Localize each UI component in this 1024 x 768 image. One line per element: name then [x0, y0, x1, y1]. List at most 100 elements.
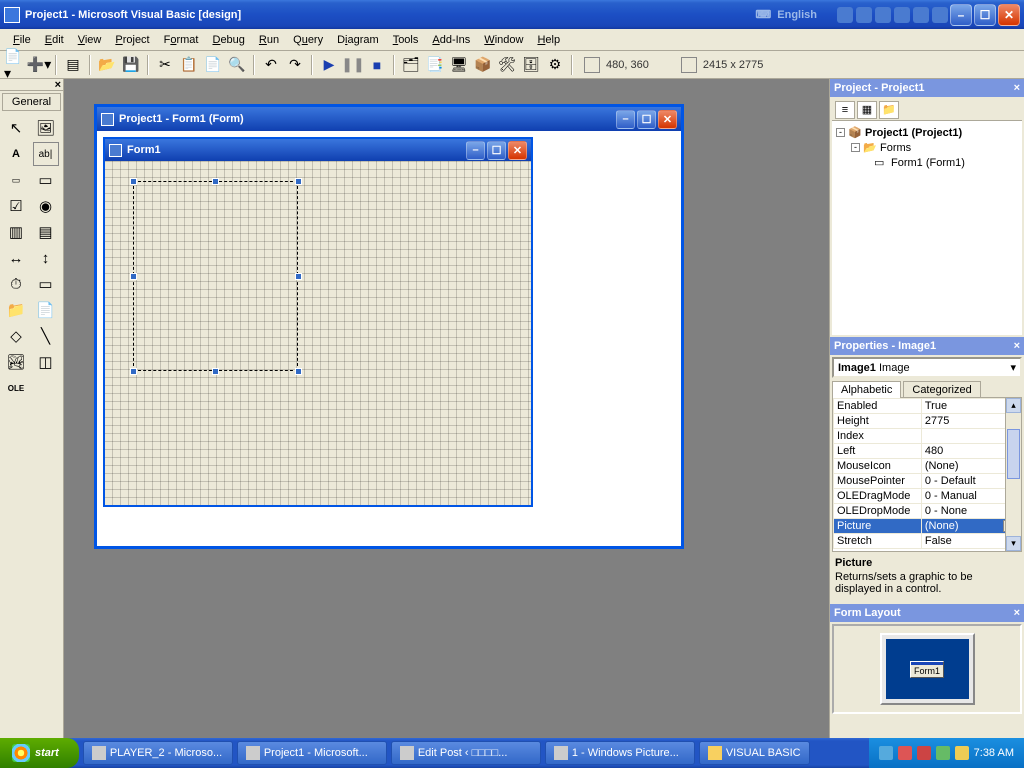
form1-minimize-button[interactable]: – [466, 141, 485, 160]
form1-close-button[interactable]: ✕ [508, 141, 527, 160]
tab-categorized[interactable]: Categorized [903, 381, 980, 398]
maximize-button[interactable]: ☐ [974, 4, 996, 26]
formlayout-body[interactable]: Form1 [832, 624, 1022, 714]
object-browser-button[interactable]: 📦 [472, 54, 494, 76]
properties-panel-title[interactable]: Properties - Image1 × [830, 337, 1024, 355]
mini-form-preview[interactable]: Form1 [910, 661, 944, 678]
stop-button[interactable]: ■ [366, 54, 388, 76]
property-row[interactable]: StretchFalse [834, 534, 1021, 549]
properties-button[interactable]: 📑 [424, 54, 446, 76]
menu-file[interactable]: File [6, 32, 38, 48]
property-row[interactable]: MousePointer0 - Default [834, 474, 1021, 489]
property-row[interactable]: Height2775 [834, 414, 1021, 429]
dropdown-icon[interactable]: ▾ [1010, 361, 1016, 374]
tray-icon[interactable] [898, 746, 912, 760]
expand-icon[interactable]: - [836, 128, 845, 137]
menu-debug[interactable]: Debug [205, 32, 251, 48]
drivelistbox-tool[interactable]: ▭ [33, 272, 59, 296]
ole-tool[interactable]: OLE [3, 376, 29, 400]
property-row[interactable]: Picture(None)... [834, 519, 1021, 534]
properties-grid[interactable]: EnabledTrueHeight2775IndexLeft480MouseIc… [832, 397, 1022, 552]
close-button[interactable]: ✕ [998, 4, 1020, 26]
designer-minimize-button[interactable]: – [616, 110, 635, 129]
project-close-button[interactable]: × [1014, 82, 1020, 94]
menu-project[interactable]: Project [108, 32, 156, 48]
property-row[interactable]: MouseIcon(None) [834, 459, 1021, 474]
tree-root[interactable]: - 📦 Project1 (Project1) [836, 125, 1018, 140]
taskbar-item[interactable]: Edit Post ‹ □□□□... [391, 741, 541, 765]
toolbox-button[interactable]: 🛠 [496, 54, 518, 76]
form1-window[interactable]: Form1 – ☐ ✕ [103, 137, 533, 507]
menu-editor-button[interactable]: ▤ [62, 54, 84, 76]
tab-alphabetic[interactable]: Alphabetic [832, 381, 901, 398]
resize-handle-ne[interactable] [295, 178, 302, 185]
menu-view[interactable]: View [71, 32, 109, 48]
scroll-up-icon[interactable]: ▴ [1006, 398, 1021, 413]
tray-icon[interactable] [955, 746, 969, 760]
property-row[interactable]: Index [834, 429, 1021, 444]
view-object-button[interactable]: ▦ [857, 101, 877, 119]
hscrollbar-tool[interactable]: ↔ [3, 246, 29, 270]
menu-edit[interactable]: Edit [38, 32, 71, 48]
resize-handle-w[interactable] [130, 273, 137, 280]
menu-window[interactable]: Window [477, 32, 530, 48]
data-tool[interactable]: ◫ [33, 350, 59, 374]
textbox-tool[interactable]: ab| [33, 142, 59, 166]
cut-button[interactable]: ✂ [154, 54, 176, 76]
form-designer-window[interactable]: Project1 - Form1 (Form) – ☐ ✕ Form1 – ☐ … [94, 104, 684, 549]
property-row[interactable]: Left480 [834, 444, 1021, 459]
pause-button[interactable]: ❚❚ [342, 54, 364, 76]
property-row[interactable]: OLEDragMode0 - Manual [834, 489, 1021, 504]
project-explorer-button[interactable]: 🗂 [400, 54, 422, 76]
line-tool[interactable]: ╲ [33, 324, 59, 348]
taskbar-item[interactable]: 1 - Windows Picture... [545, 741, 695, 765]
new-project-button[interactable]: 📄▾ [4, 54, 26, 76]
commandbutton-tool[interactable]: ▭ [33, 168, 59, 192]
project-tree[interactable]: - 📦 Project1 (Project1) - 📂 Forms ▭ Form… [832, 121, 1022, 174]
project-panel-title[interactable]: Project - Project1 × [830, 79, 1024, 97]
undo-button[interactable]: ↶ [260, 54, 282, 76]
taskbar-item[interactable]: VISUAL BASIC [699, 741, 810, 765]
tray-icon[interactable] [917, 746, 931, 760]
resize-handle-s[interactable] [212, 368, 219, 375]
designer-titlebar[interactable]: Project1 - Form1 (Form) – ☐ ✕ [97, 107, 681, 131]
menu-run[interactable]: Run [252, 32, 286, 48]
tray-icon[interactable] [936, 746, 950, 760]
minimize-button[interactable]: – [950, 4, 972, 26]
scroll-thumb[interactable] [1007, 429, 1020, 479]
properties-close-button[interactable]: × [1014, 340, 1020, 352]
menu-query[interactable]: Query [286, 32, 330, 48]
property-row[interactable]: OLEDropMode0 - None [834, 504, 1021, 519]
resize-handle-e[interactable] [295, 273, 302, 280]
taskbar-item[interactable]: Project1 - Microsoft... [237, 741, 387, 765]
system-tray[interactable]: 7:38 AM [869, 738, 1024, 768]
checkbox-tool[interactable]: ☑ [3, 194, 29, 218]
resize-handle-nw[interactable] [130, 178, 137, 185]
menu-format[interactable]: Format [157, 32, 206, 48]
property-row[interactable]: EnabledTrue [834, 399, 1021, 414]
taskbar-item[interactable]: PLAYER_2 - Microso... [83, 741, 233, 765]
tray-icon[interactable] [879, 746, 893, 760]
start-button[interactable]: start [0, 738, 79, 768]
clock[interactable]: 7:38 AM [974, 747, 1014, 759]
find-button[interactable]: 🔍 [226, 54, 248, 76]
toggle-folders-button[interactable]: 📁 [879, 101, 899, 119]
copy-button[interactable]: 📋 [178, 54, 200, 76]
add-form-button[interactable]: ➕▾ [28, 54, 50, 76]
formlayout-panel-title[interactable]: Form Layout × [830, 604, 1024, 622]
frame-tool[interactable]: ▭ [3, 168, 29, 192]
menu-help[interactable]: Help [530, 32, 567, 48]
tree-folder-forms[interactable]: - 📂 Forms [836, 140, 1018, 155]
run-button[interactable]: ▶ [318, 54, 340, 76]
optionbutton-tool[interactable]: ◉ [33, 194, 59, 218]
resize-handle-n[interactable] [212, 178, 219, 185]
combobox-tool[interactable]: ▥ [3, 220, 29, 244]
formlayout-close-button[interactable]: × [1014, 607, 1020, 619]
label-tool[interactable]: A [3, 142, 29, 166]
form1-maximize-button[interactable]: ☐ [487, 141, 506, 160]
vscrollbar-tool[interactable]: ↕ [33, 246, 59, 270]
designer-close-button[interactable]: ✕ [658, 110, 677, 129]
toolbox-close-button[interactable]: × [0, 79, 63, 91]
filelistbox-tool[interactable]: 📄 [33, 298, 59, 322]
save-button[interactable]: 💾 [120, 54, 142, 76]
